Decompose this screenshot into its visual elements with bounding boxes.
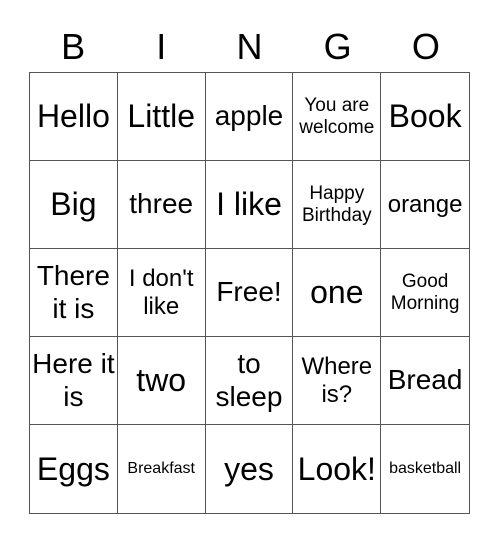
bingo-cell[interactable]: Big [30, 161, 118, 249]
bingo-cell[interactable]: Breakfast [118, 425, 206, 513]
header-letter-o: O [411, 26, 440, 67]
bingo-cell[interactable]: Little [117, 73, 206, 161]
bingo-cell[interactable]: yes [206, 425, 294, 513]
bingo-cell[interactable]: Here it is [30, 337, 118, 425]
bingo-header: B I N G O [29, 22, 470, 72]
header-letter-g: G [323, 26, 352, 67]
free-space-cell[interactable]: Free! [205, 249, 294, 337]
bingo-cell[interactable]: Good Morning [381, 249, 469, 337]
bingo-cell[interactable]: Hello [30, 73, 118, 161]
bingo-cell[interactable]: to sleep [205, 337, 294, 425]
bingo-cell[interactable]: You are welcome [293, 73, 382, 161]
bingo-cell[interactable]: Where is? [293, 337, 382, 425]
bingo-cell[interactable]: apple [205, 73, 294, 161]
bingo-cell[interactable]: orange [381, 161, 469, 249]
bingo-cell[interactable]: two [117, 337, 206, 425]
bingo-cell[interactable]: three [117, 161, 206, 249]
bingo-cell[interactable]: Look! [293, 425, 382, 513]
bingo-grid: Hello Little apple You are welcome Book … [29, 72, 470, 514]
header-letter-i: I [156, 26, 167, 67]
bingo-cell[interactable]: I like [205, 161, 294, 249]
bingo-cell[interactable]: Eggs [30, 425, 118, 513]
bingo-cell[interactable]: basketball [381, 425, 469, 513]
bingo-cell[interactable]: one [293, 249, 382, 337]
bingo-cell[interactable]: There it is [30, 249, 118, 337]
header-letter-n: N [236, 26, 263, 67]
bingo-cell[interactable]: Book [381, 73, 469, 161]
bingo-cell[interactable]: Bread [381, 337, 469, 425]
bingo-cell[interactable]: I don't like [117, 249, 206, 337]
bingo-cell[interactable]: Happy Birthday [293, 161, 382, 249]
header-letter-b: B [61, 26, 86, 67]
